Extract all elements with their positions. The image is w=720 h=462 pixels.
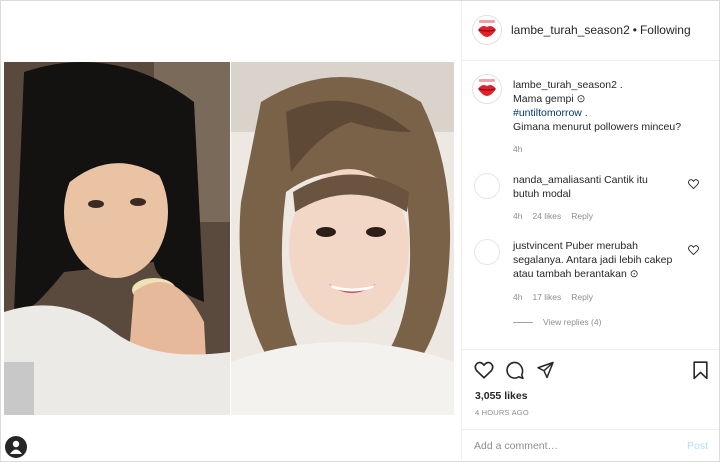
- header-user-line: lambe_turah_season2 • Following: [511, 23, 691, 37]
- caption-lips-logo-avatar[interactable]: [472, 74, 502, 104]
- add-comment-bar: Post: [462, 429, 719, 462]
- view-replies-button[interactable]: View replies (4): [513, 317, 601, 327]
- post-media[interactable]: [1, 1, 462, 461]
- caption-username[interactable]: lambe_turah_season2: [513, 79, 617, 91]
- caption-line-1: Mama gempi ⊙: [513, 93, 586, 105]
- comment-text-line-1: Cantik itu: [601, 174, 648, 186]
- replies-divider: [513, 322, 533, 324]
- view-replies-label: View replies (4): [543, 317, 602, 327]
- lips-logo-avatar[interactable]: [472, 15, 502, 45]
- comment-text-line-3: atau tambah berantakan ⊙: [513, 268, 639, 280]
- user-tag-icon[interactable]: [5, 436, 27, 458]
- post-side-panel: lambe_turah_season2 • Following lambe_tura…: [462, 1, 719, 461]
- comment-bubble-icon[interactable]: [505, 361, 525, 380]
- comment-input[interactable]: [474, 438, 669, 454]
- comment-meta: 4h 24 likes Reply: [513, 211, 603, 221]
- photo-after: [231, 62, 454, 415]
- instagram-post-modal: lambe_turah_season2 • Following lambe_tura…: [0, 0, 720, 462]
- caption-timestamp[interactable]: 4h: [513, 144, 522, 154]
- comment-text: justvincent Puber merubah segalanya. Ant…: [513, 239, 688, 281]
- comment-text-line-2: segalanya. Antara jadi lebih cakep: [513, 254, 673, 266]
- comment-meta: 4h 17 likes Reply: [513, 292, 603, 302]
- header-username[interactable]: lambe_turah_season2: [511, 23, 630, 37]
- comment-username[interactable]: justvincent: [513, 240, 563, 252]
- comment-avatar[interactable]: [474, 239, 500, 265]
- post-actions: 3,055 likes 4 HOURS AGO: [462, 349, 719, 430]
- comment-username[interactable]: nanda_amaliasanti: [513, 174, 601, 186]
- caption-text: lambe_turah_season2 . Mama gempi ⊙ #unti…: [513, 78, 713, 134]
- comment-time[interactable]: 4h: [513, 211, 522, 221]
- comment-reply-button[interactable]: Reply: [571, 292, 593, 302]
- comment-likes[interactable]: 24 likes: [532, 211, 561, 221]
- post-header: lambe_turah_season2 • Following: [462, 1, 719, 61]
- comment-text-line-2: butuh modal: [513, 188, 571, 200]
- comment-like-heart-icon[interactable]: [688, 245, 699, 255]
- caption-line-3: Gimana menurut pollowers minceu?: [513, 121, 682, 133]
- save-bookmark-icon[interactable]: [692, 361, 709, 380]
- comment-text: nanda_amaliasanti Cantik itu butuh modal: [513, 173, 688, 201]
- post-timestamp[interactable]: 4 HOURS AGO: [475, 408, 529, 417]
- hashtag-link[interactable]: #untiltomorrow: [513, 107, 582, 119]
- caption-suffix: .: [616, 79, 623, 91]
- comment-reply-button[interactable]: Reply: [571, 211, 593, 221]
- comment-like-heart-icon[interactable]: [688, 179, 699, 189]
- comment-likes[interactable]: 17 likes: [532, 292, 561, 302]
- likes-count[interactable]: 3,055 likes: [475, 390, 528, 402]
- comment-text-line-1: Puber merubah: [562, 240, 638, 252]
- header-separator: •: [632, 23, 637, 37]
- comment-avatar[interactable]: [474, 173, 500, 199]
- like-heart-icon[interactable]: [474, 361, 494, 379]
- post-comment-button[interactable]: Post: [687, 440, 708, 452]
- comment-time[interactable]: 4h: [513, 292, 522, 302]
- photo-before: [4, 62, 230, 415]
- hashtag-suffix: .: [581, 107, 588, 119]
- share-send-icon[interactable]: [536, 361, 555, 379]
- following-button[interactable]: Following: [640, 23, 691, 37]
